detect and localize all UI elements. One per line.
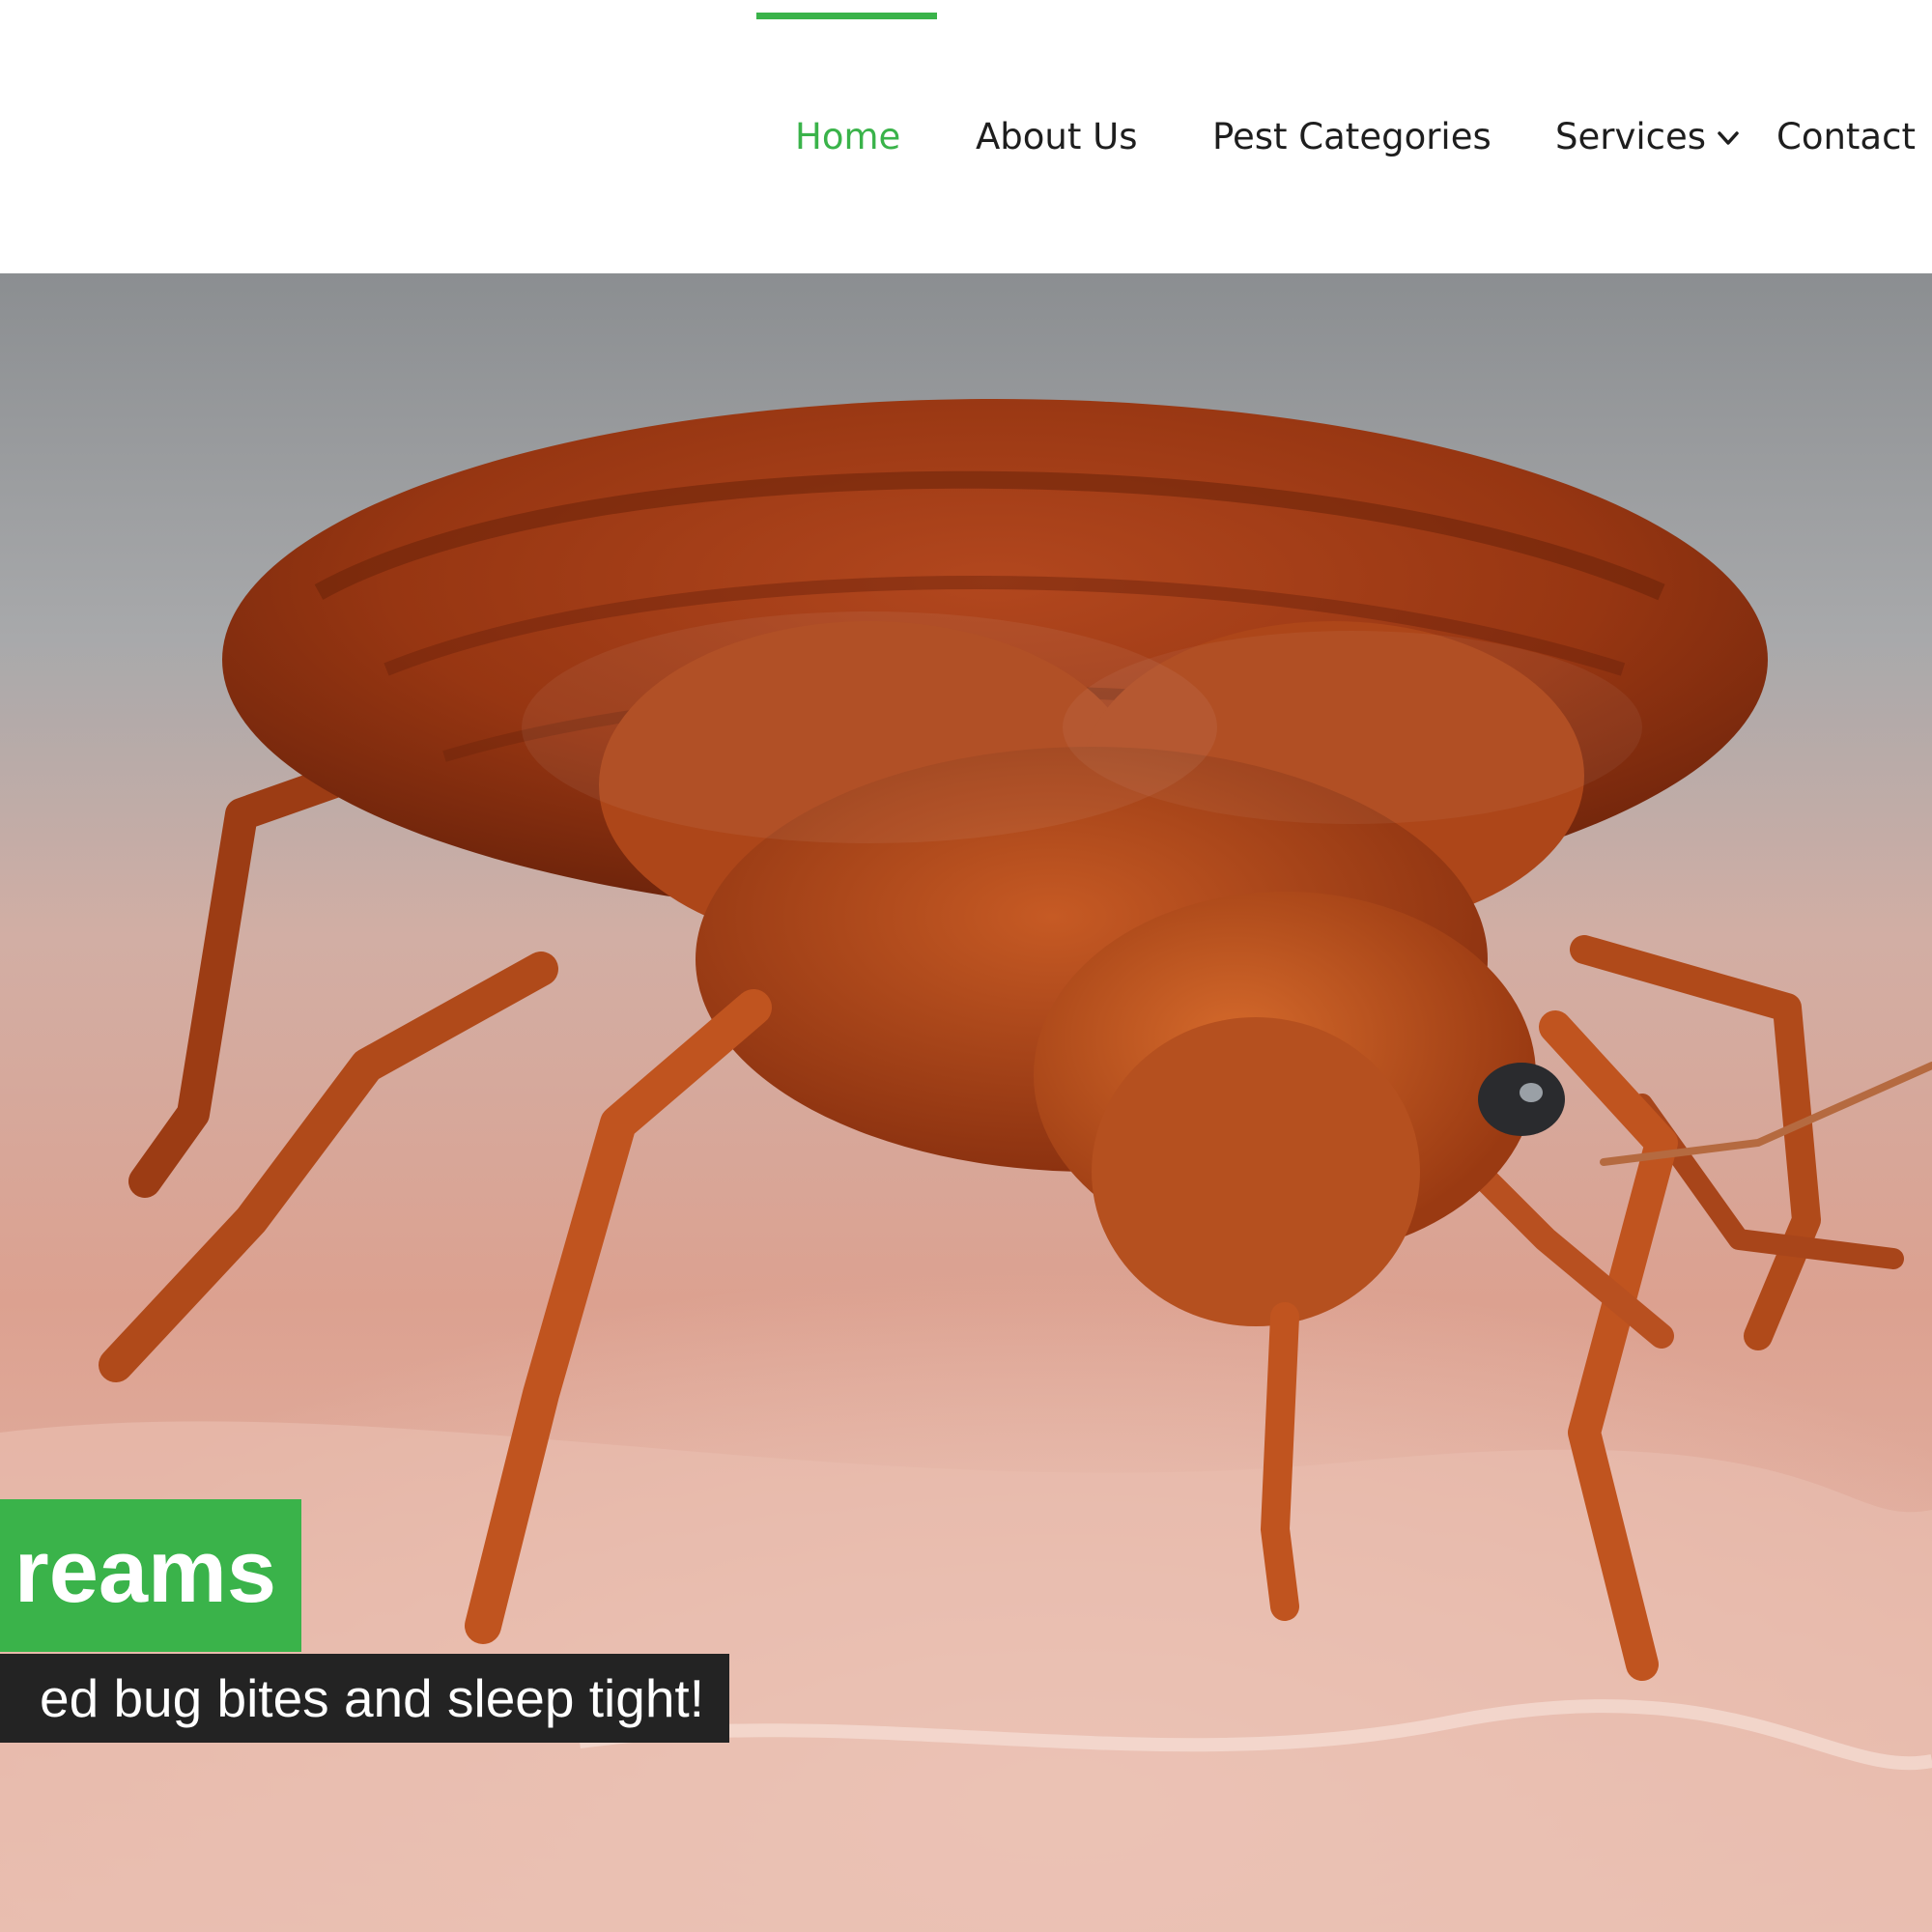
hero-title-box: reams	[0, 1499, 301, 1652]
nav-item-services[interactable]: Services	[1555, 108, 1706, 166]
nav-item-home[interactable]: Home	[795, 108, 900, 166]
main-nav: Home About Us Pest Categories Services C…	[0, 108, 1932, 166]
active-nav-indicator	[756, 13, 937, 19]
hero-subtitle: ed bug bites and sleep tight!	[39, 1668, 704, 1728]
nav-item-contact[interactable]: Contact	[1776, 108, 1916, 166]
nav-item-pest-categories[interactable]: Pest Categories	[1212, 108, 1492, 166]
hero-subtitle-box: ed bug bites and sleep tight!	[0, 1654, 729, 1743]
page: Home About Us Pest Categories Services C…	[0, 0, 1932, 1932]
hero-title: reams	[14, 1522, 276, 1621]
hero-banner: reams ed bug bites and sleep tight!	[0, 273, 1932, 1932]
site-header: Home About Us Pest Categories Services C…	[0, 0, 1932, 273]
chevron-down-icon[interactable]	[1714, 124, 1743, 153]
nav-item-about-us[interactable]: About Us	[976, 108, 1138, 166]
